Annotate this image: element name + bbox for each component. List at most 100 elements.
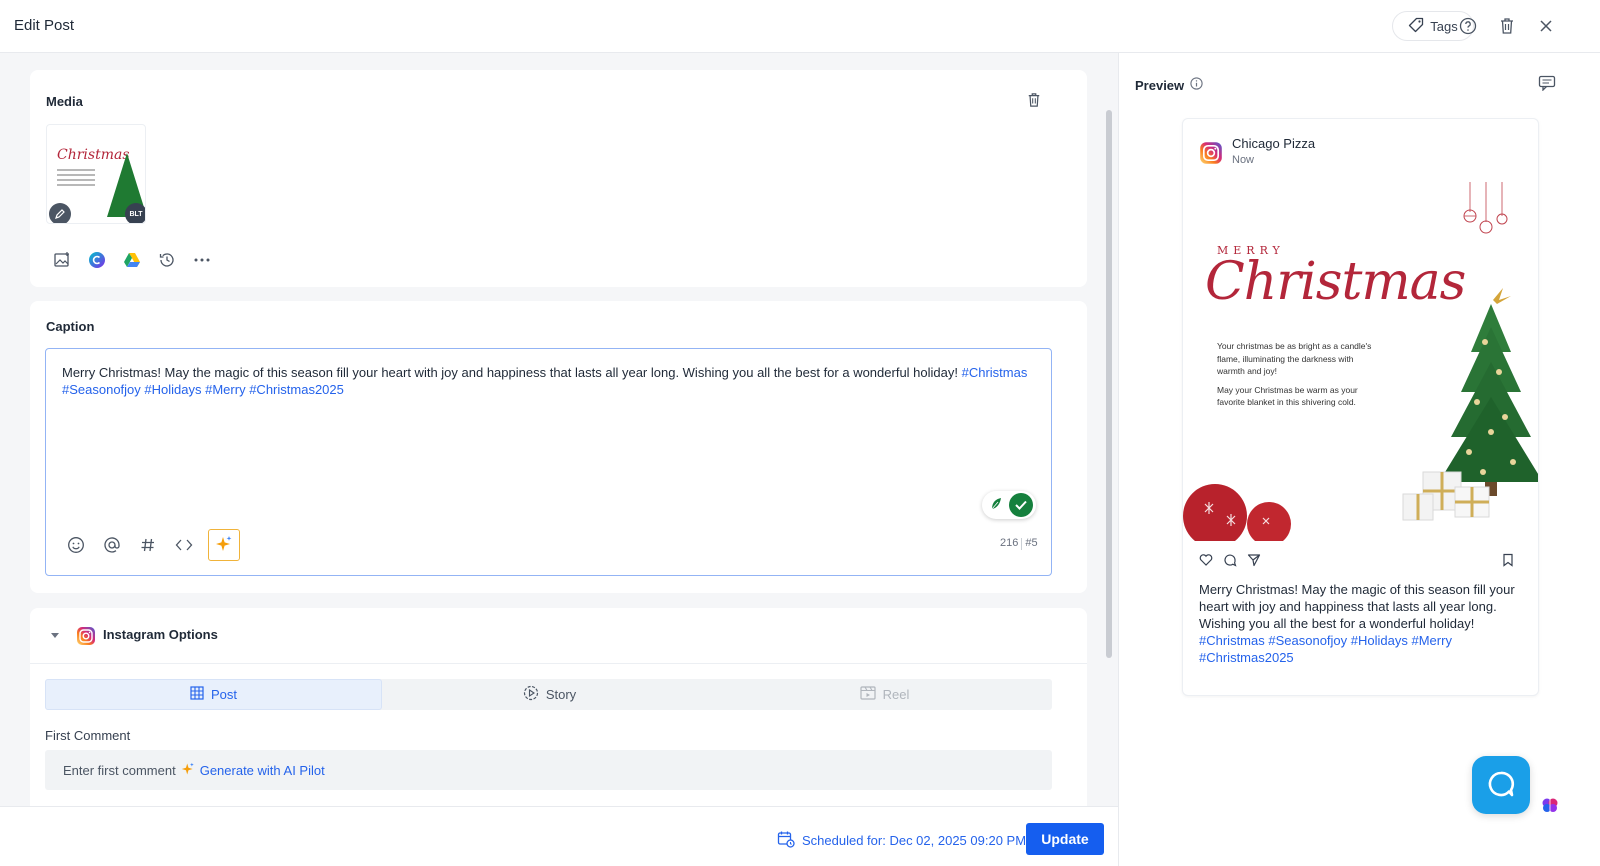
ai-brain-icon[interactable] [1537, 792, 1563, 818]
grid-icon [190, 686, 204, 703]
info-icon[interactable] [1190, 77, 1203, 93]
close-icon[interactable] [1536, 16, 1556, 36]
help-icon[interactable] [1458, 16, 1478, 36]
caption-title: Caption [46, 319, 95, 334]
instagram-icon [1199, 141, 1223, 165]
caption-card: Caption Merry Christmas! May the magic o… [30, 301, 1087, 593]
ai-sparkle-button[interactable] [208, 529, 240, 561]
ornaments-icon [1458, 182, 1518, 245]
page-title: Edit Post [14, 17, 75, 34]
tab-reel[interactable]: Reel [717, 679, 1052, 710]
post-image: MERRY Christmas Your christmas be as bri… [1183, 182, 1538, 541]
share-icon[interactable] [1247, 553, 1261, 570]
chevron-down-icon[interactable] [51, 633, 59, 638]
scheduled-text: Scheduled for: Dec 02, 2025 09:20 PM [802, 833, 1027, 848]
trash-icon[interactable] [1497, 16, 1517, 36]
media-tools [52, 250, 212, 270]
count-divider [1021, 538, 1023, 550]
image-upload-icon[interactable] [52, 250, 72, 270]
media-card: Media Christmas BLT [30, 70, 1087, 287]
media-trash-icon[interactable] [1027, 92, 1041, 111]
instagram-options-title: Instagram Options [103, 627, 218, 642]
tags-label: Tags [1430, 18, 1458, 34]
post-actions [1199, 553, 1524, 569]
heart-icon[interactable] [1199, 553, 1213, 570]
bookmark-icon[interactable] [1502, 553, 1514, 570]
tab-story[interactable]: Story [382, 679, 717, 710]
history-icon[interactable] [157, 250, 177, 270]
emoji-icon[interactable] [64, 533, 88, 557]
hashtag: #Seasonofjoy [62, 382, 141, 397]
scheduled-info[interactable]: Scheduled for: Dec 02, 2025 09:20 PM [777, 830, 1026, 851]
media-thumbnail[interactable]: Christmas BLT [46, 124, 146, 224]
first-comment-placeholder: Enter first comment [63, 762, 176, 778]
character-count: 216 #5 [1000, 537, 1038, 550]
canva-icon[interactable] [87, 250, 107, 270]
chat-support-button[interactable] [1472, 756, 1530, 814]
header: Edit Post Tags [0, 0, 1600, 53]
preview-header: Preview [1135, 77, 1203, 93]
post-time: Now [1232, 154, 1255, 166]
edit-media-icon[interactable] [49, 203, 71, 223]
check-icon [1009, 493, 1033, 517]
footer: Scheduled for: Dec 02, 2025 09:20 PM Upd… [0, 806, 1118, 866]
hashtag: #Holidays [144, 382, 202, 397]
instagram-icon [76, 626, 96, 646]
hashtag: #Seasonofjoy [1268, 633, 1348, 648]
leaf-icon [990, 497, 1002, 514]
caption-input[interactable]: Merry Christmas! May the magic of this s… [45, 348, 1052, 576]
hashtag: #Christmas [1199, 633, 1265, 648]
preview-caption-text: Merry Christmas! May the magic of this s… [1199, 582, 1515, 631]
hashtag: #Christmas2025 [249, 382, 344, 397]
editor-panel: Media Christmas BLT Caption Merry Christ… [0, 53, 1118, 806]
hashtag: #Holidays [1350, 633, 1408, 648]
tag-icon [1408, 17, 1424, 36]
comment-preview-icon[interactable] [1538, 75, 1556, 94]
preview-caption: Merry Christmas! May the magic of this s… [1199, 581, 1524, 666]
caption-tools [64, 529, 240, 561]
char-count-value: 216 [1000, 537, 1019, 549]
media-title: Media [46, 94, 83, 109]
account-name: Chicago Pizza [1232, 136, 1316, 151]
christmas-tree-icon [1393, 282, 1538, 540]
scrollbar[interactable] [1106, 110, 1112, 658]
media-badge: BLT [125, 203, 145, 223]
sparkle-icon [181, 762, 195, 779]
tab-story-label: Story [545, 687, 577, 702]
image-body-text: Your christmas be as bright as a candle'… [1217, 340, 1377, 415]
hashtag: #Christmas [961, 365, 1028, 380]
google-drive-icon[interactable] [122, 250, 142, 270]
update-button[interactable]: Update [1026, 823, 1104, 855]
caption-text[interactable]: Merry Christmas! May the magic of this s… [62, 364, 1032, 398]
chat-icon [1486, 769, 1516, 802]
ai-sparkle-icon [215, 535, 233, 556]
hashtag-icon[interactable] [136, 533, 160, 557]
tab-post[interactable]: Post [45, 679, 382, 710]
preview-panel: Preview Chicago Pizza Now MERRY Christma… [1118, 53, 1600, 866]
tab-reel-label: Reel [882, 687, 910, 702]
instagram-post-preview: Chicago Pizza Now MERRY Christmas Your c… [1182, 118, 1539, 696]
first-comment-input[interactable]: Enter first comment Generate with AI Pil… [45, 750, 1052, 790]
instagram-options-card: Instagram Options Post Story Reel First … [30, 608, 1087, 806]
hashtag: #Merry [205, 382, 246, 397]
generate-ai-pilot-link[interactable]: Generate with AI Pilot [200, 763, 325, 778]
first-comment-label: First Comment [45, 728, 131, 743]
calendar-clock-icon [777, 830, 795, 851]
thumbnail-text-lines [57, 169, 95, 189]
hashtag: #Christmas2025 [1199, 650, 1294, 665]
image-paragraph: Your christmas be as bright as a candle'… [1217, 341, 1372, 376]
hashtag-count-value: #5 [1025, 537, 1038, 549]
more-icon[interactable] [192, 250, 212, 270]
instagram-options-header[interactable]: Instagram Options [30, 608, 1087, 664]
grammar-check-badge[interactable] [982, 491, 1036, 519]
image-paragraph: May your Christmas be warm as your favor… [1217, 384, 1358, 408]
caption-plain-text: Merry Christmas! May the magic of this s… [62, 365, 958, 380]
mention-icon[interactable] [100, 533, 124, 557]
code-icon[interactable] [172, 533, 196, 557]
comment-icon[interactable] [1223, 553, 1237, 570]
hashtag: #Merry [1411, 633, 1452, 648]
preview-title: Preview [1135, 77, 1185, 93]
reel-icon [860, 686, 876, 703]
tab-post-label: Post [210, 687, 237, 702]
ornament-balls-icon [1183, 472, 1293, 541]
